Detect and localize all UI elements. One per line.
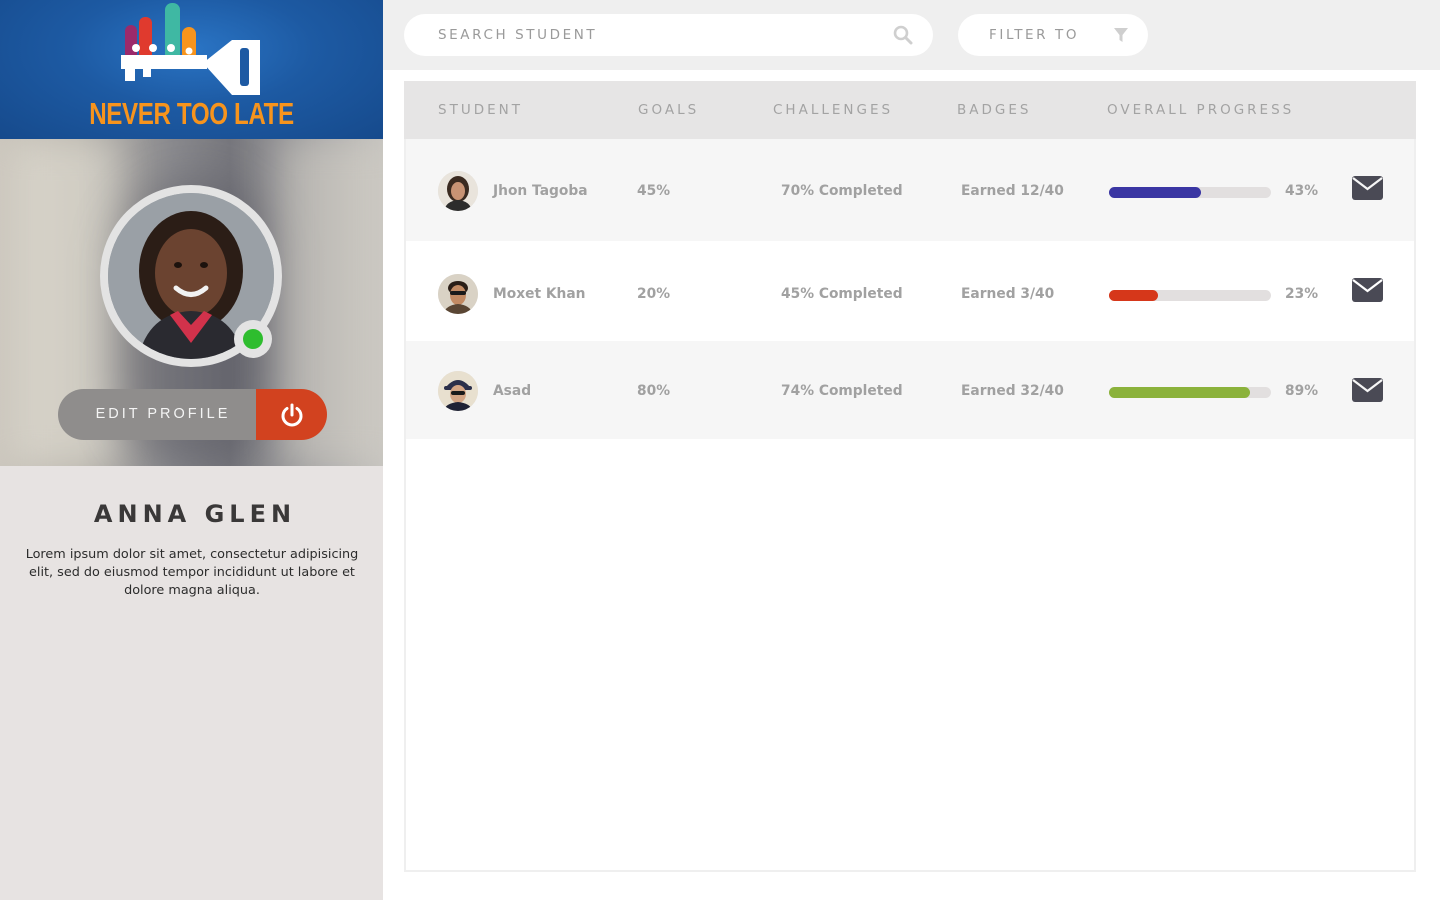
profile-bio: Lorem ipsum dolor sit amet, consectetur … xyxy=(25,547,359,598)
progress-bar-fill xyxy=(1109,290,1158,301)
search-input[interactable] xyxy=(438,14,878,56)
search-icon[interactable] xyxy=(893,25,913,45)
student-avatar xyxy=(438,171,478,211)
student-avatar xyxy=(438,371,478,411)
column-header-overall-progress[interactable]: OVERALL PROGRESS xyxy=(1107,102,1294,118)
challenges-value: 70% Completed xyxy=(781,183,903,199)
filter-dropdown[interactable]: FILTER TO xyxy=(958,14,1148,56)
progress-bar xyxy=(1109,187,1271,198)
mail-icon[interactable] xyxy=(1352,176,1383,200)
table-header: STUDENT GOALS CHALLENGES BADGES OVERALL … xyxy=(404,81,1416,139)
mail-icon[interactable] xyxy=(1352,278,1383,302)
mail-icon[interactable] xyxy=(1352,378,1383,402)
progress-bar-fill xyxy=(1109,387,1250,398)
badges-value: Earned 32/40 xyxy=(961,383,1064,399)
power-icon xyxy=(281,403,302,426)
brand-name: NEVER TOO LATE xyxy=(89,96,294,131)
table-row[interactable]: Asad 80% 74% Completed Earned 32/40 89% xyxy=(406,341,1414,439)
progress-bar xyxy=(1109,290,1271,301)
badges-value: Earned 3/40 xyxy=(961,286,1055,302)
student-name[interactable]: Jhon Tagoba xyxy=(493,183,588,199)
progress-percent: 89% xyxy=(1285,383,1319,399)
students-table: STUDENT GOALS CHALLENGES BADGES OVERALL … xyxy=(404,81,1416,872)
key-logo-icon xyxy=(121,3,260,95)
search-box xyxy=(404,14,933,56)
badges-value: Earned 12/40 xyxy=(961,183,1064,199)
profile-name: ANNA GLEN xyxy=(93,500,297,528)
funnel-icon xyxy=(1114,28,1128,42)
goals-value: 20% xyxy=(637,286,671,302)
column-header-goals[interactable]: GOALS xyxy=(638,102,699,118)
student-name[interactable]: Moxet Khan xyxy=(493,286,586,302)
progress-bar xyxy=(1109,387,1271,398)
filter-label: FILTER TO xyxy=(989,27,1080,43)
goals-value: 45% xyxy=(637,183,671,199)
progress-percent: 43% xyxy=(1285,183,1319,199)
goals-value: 80% xyxy=(637,383,671,399)
column-header-student[interactable]: STUDENT xyxy=(438,102,523,118)
sidebar: NEVER TOO LATE EDIT PROFILE ANNA GLEN Lo… xyxy=(0,0,383,900)
student-avatar xyxy=(438,274,478,314)
challenges-value: 74% Completed xyxy=(781,383,903,399)
column-header-challenges[interactable]: CHALLENGES xyxy=(773,102,893,118)
table-row[interactable]: Jhon Tagoba 45% 70% Completed Earned 12/… xyxy=(406,139,1414,241)
progress-bar-fill xyxy=(1109,187,1202,198)
online-status-indicator xyxy=(243,329,263,349)
logout-button[interactable] xyxy=(256,389,327,440)
table-row[interactable]: Moxet Khan 20% 45% Completed Earned 3/40… xyxy=(406,241,1414,341)
edit-profile-button[interactable]: EDIT PROFILE xyxy=(58,389,258,440)
progress-percent: 23% xyxy=(1285,286,1319,302)
column-header-badges[interactable]: BADGES xyxy=(957,102,1031,118)
challenges-value: 45% Completed xyxy=(781,286,903,302)
student-name[interactable]: Asad xyxy=(493,383,531,399)
brand-logo[interactable]: NEVER TOO LATE xyxy=(0,0,383,139)
profile-header: EDIT PROFILE xyxy=(0,139,383,466)
top-bar: FILTER TO xyxy=(383,0,1440,70)
